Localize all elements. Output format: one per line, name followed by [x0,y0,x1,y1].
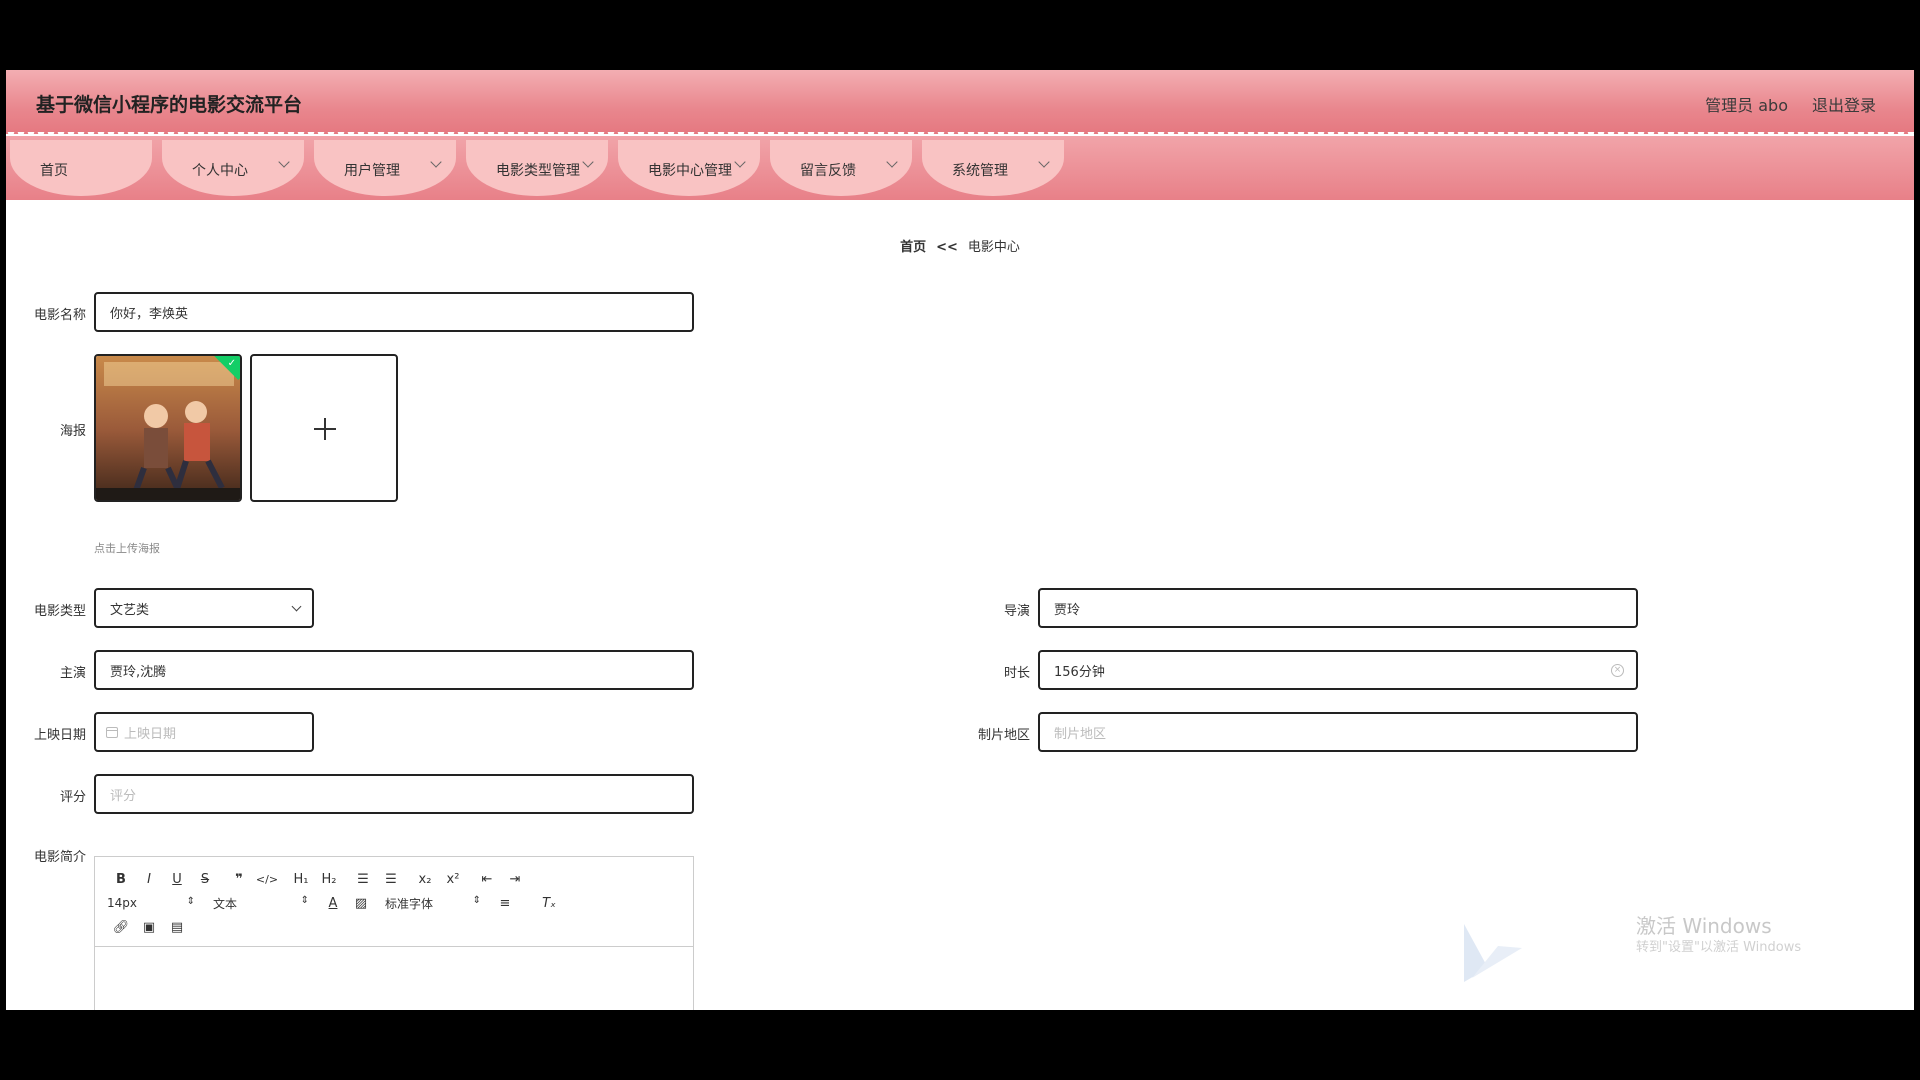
logout-button[interactable]: 退出登录 [1812,92,1876,116]
nav-item-label: 用户管理 [344,163,400,179]
check-icon: ✓ [227,358,236,369]
upload-tip: 点击上传海报 [94,542,160,555]
outdent-icon[interactable]: ⇤ [473,872,501,887]
text-format-select[interactable]: 文本 [213,895,309,912]
calendar-icon [106,726,118,738]
app-title: 基于微信小程序的电影交流平台 [36,94,303,116]
nav-item-movie-type-management[interactable]: 电影类型管理 [466,140,608,196]
rich-text-editor: B I U S ❞ </> H₁ H₂ ☰ ☰ x₂ x² ⇤ ⇥ 14px 文… [94,856,694,1010]
ordered-list-icon[interactable]: ☰ [349,872,377,887]
release-date-label: 上映日期 [33,728,86,743]
indent-icon[interactable]: ⇥ [501,872,529,887]
link-icon[interactable]: 🔗︎ [107,920,135,935]
movie-name-value: 你好，李焕英 [110,306,189,322]
nav-item-label: 首页 [40,163,68,179]
breadcrumb-home[interactable]: 首页 [900,240,926,255]
bullet-list-icon[interactable]: ☰ [377,872,405,887]
font-size-select[interactable]: 14px [107,896,195,910]
heading1-icon[interactable]: H₁ [287,872,315,887]
duration-input[interactable]: 156分钟 × [1038,650,1638,690]
poster-upload-button[interactable] [250,354,398,502]
chevron-down-icon [886,156,898,168]
nav-item-label: 个人中心 [192,163,248,179]
chevron-down-icon [582,156,594,168]
breadcrumb: 首页 << 电影中心 [6,236,1914,255]
nav-item-movie-center-management[interactable]: 电影中心管理 [618,140,760,196]
windows-activation-subtitle: 转到"设置"以激活 Windows [1636,940,1802,955]
app-logo-watermark [1464,924,1522,982]
chevron-down-icon [291,601,302,612]
background-color-icon[interactable]: ▨ [347,896,375,911]
chevron-down-icon [278,156,290,168]
director-label: 导演 [1003,604,1030,619]
user-area: 管理员 abo 退出登录 [1705,92,1876,116]
app-window: 基于微信小程序的电影交流平台 管理员 abo 退出登录 首页 个人中心 用户管理… [6,70,1914,1010]
font-family-select[interactable]: 标准字体 [385,895,481,912]
poster-image [96,356,240,500]
poster-label: 海报 [59,424,86,439]
director-input[interactable]: 贾玲 [1038,588,1638,628]
header: 基于微信小程序的电影交流平台 管理员 abo 退出登录 [6,70,1914,134]
underline-icon[interactable]: U [163,872,191,887]
strikethrough-icon[interactable]: S [191,872,219,887]
rating-placeholder: 评分 [110,788,137,804]
clear-format-icon[interactable]: Tₓ [535,896,563,911]
duration-value: 156分钟 [1054,664,1105,680]
nav-item-system-management[interactable]: 系统管理 [922,140,1064,196]
region-input[interactable]: 制片地区 [1038,712,1638,752]
windows-activation-title: 激活 Windows [1636,914,1772,938]
breadcrumb-current: 电影中心 [967,240,1020,255]
editor-content-area[interactable] [95,947,693,1010]
movie-type-value: 文艺类 [110,602,150,618]
blockquote-icon[interactable]: ❞ [225,872,253,887]
rating-label: 评分 [59,790,86,805]
region-label: 制片地区 [977,728,1030,743]
video-icon[interactable]: ▤ [163,920,191,935]
movie-name-input[interactable]: 你好，李焕英 [94,292,694,332]
header-divider [6,132,1914,140]
clear-icon[interactable]: × [1611,664,1624,677]
font-color-icon[interactable]: A [319,896,347,911]
movie-name-label: 电影名称 [33,308,86,323]
release-date-placeholder: 上映日期 [124,726,177,742]
plus-icon [314,418,336,440]
code-icon[interactable]: </> [253,873,281,886]
cast-value: 贾玲,沈腾 [110,664,167,680]
movie-type-select[interactable]: 文艺类 [94,588,314,628]
nav-item-personal-center[interactable]: 个人中心 [162,140,304,196]
align-icon[interactable]: ≡ [491,896,519,911]
nav-item-user-management[interactable]: 用户管理 [314,140,456,196]
cast-label: 主演 [59,666,86,681]
nav-item-feedback[interactable]: 留言反馈 [770,140,912,196]
intro-label: 电影简介 [33,850,86,865]
breadcrumb-separator: << [936,240,958,255]
heading2-icon[interactable]: H₂ [315,872,343,887]
duration-label: 时长 [1003,666,1030,681]
release-date-picker[interactable]: 上映日期 [94,712,314,752]
admin-user-label[interactable]: 管理员 abo [1705,92,1788,116]
nav-item-label: 系统管理 [952,163,1008,179]
region-placeholder: 制片地区 [1054,726,1107,742]
nav-item-home[interactable]: 首页 [10,140,152,196]
main-nav: 首页 个人中心 用户管理 电影类型管理 电影中心管理 留言反馈 系统管理 [6,136,1914,200]
rating-input[interactable]: 评分 [94,774,694,814]
image-icon[interactable]: ▣ [135,920,163,935]
italic-icon[interactable]: I [135,872,163,887]
superscript-icon[interactable]: x² [439,872,467,887]
chevron-down-icon [734,156,746,168]
editor-toolbar: B I U S ❞ </> H₁ H₂ ☰ ☰ x₂ x² ⇤ ⇥ 14px 文… [95,857,693,947]
bold-icon[interactable]: B [107,872,135,887]
nav-item-label: 电影中心管理 [648,163,732,179]
movie-type-label: 电影类型 [33,604,86,619]
chevron-down-icon [1038,156,1050,168]
director-value: 贾玲 [1054,602,1081,618]
subscript-icon[interactable]: x₂ [411,872,439,887]
cast-input[interactable]: 贾玲,沈腾 [94,650,694,690]
poster-thumbnail[interactable]: ✓ [94,354,242,502]
nav-item-label: 留言反馈 [800,163,856,179]
nav-item-label: 电影类型管理 [496,163,580,179]
chevron-down-icon [430,156,442,168]
